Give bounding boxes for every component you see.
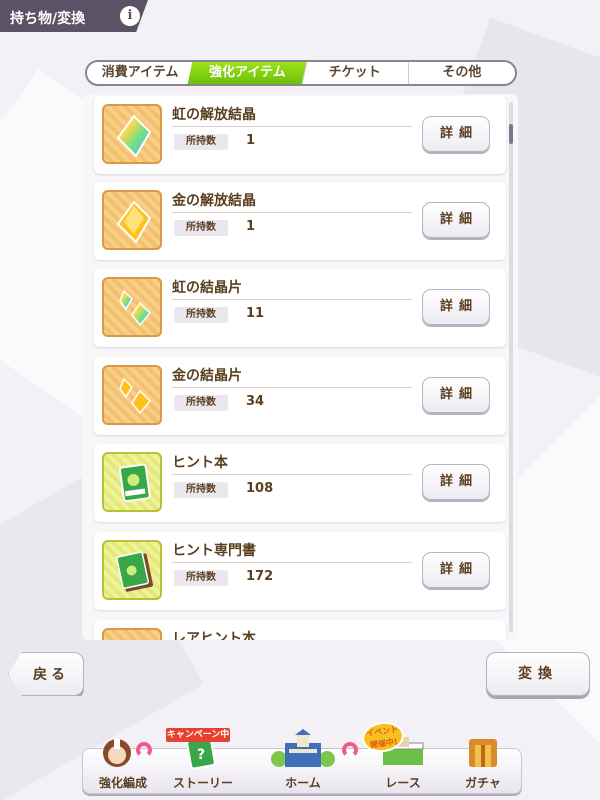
list-item: レアヒント本 詳細: [94, 620, 506, 640]
list-item: ヒント本 所持数 108 詳細: [94, 444, 506, 522]
item-name: 金の解放結晶: [172, 193, 256, 209]
item-name: 虹の結晶片: [172, 280, 242, 296]
gold-crystal-icon: [102, 190, 162, 250]
info-button[interactable]: i: [120, 6, 140, 26]
qty-label: 所持数: [174, 570, 228, 586]
qty-value: 34: [246, 394, 265, 409]
tab-tickets[interactable]: チケット: [302, 62, 409, 84]
qty-label: 所持数: [174, 134, 228, 150]
hint-expert-book-icon: [102, 540, 162, 600]
detail-button[interactable]: 詳細: [422, 116, 490, 152]
nav-label: レース: [385, 776, 421, 790]
qty-label: 所持数: [174, 307, 228, 323]
horseshoe-badge-icon: [342, 742, 358, 758]
rainbow-crystal-icon: [102, 104, 162, 164]
detail-button[interactable]: 詳細: [422, 552, 490, 588]
nav-label: ホーム: [285, 776, 321, 790]
nav-item-race[interactable]: レース: [363, 737, 443, 795]
nav-item-gacha[interactable]: ガチャ: [443, 739, 523, 795]
detail-button[interactable]: 詳細: [422, 289, 490, 325]
nav-item-story[interactable]: ? ストーリー: [163, 736, 243, 795]
list-item: 虹の結晶片 所持数 11 詳細: [94, 269, 506, 347]
qty-value: 1: [246, 219, 256, 234]
qty-label: 所持数: [174, 220, 228, 236]
campaign-badge: キャンペーン中: [166, 728, 230, 742]
qty-value: 108: [246, 481, 274, 496]
rare-hint-book-icon: [102, 628, 162, 640]
item-name: ヒント本: [172, 455, 228, 471]
nav-item-enhance-formation[interactable]: 強化編成: [83, 739, 163, 795]
detail-button[interactable]: 詳細: [422, 464, 490, 500]
convert-button[interactable]: 変換: [486, 652, 590, 696]
qty-label: 所持数: [174, 395, 228, 411]
gacha-gate-icon: [469, 739, 497, 767]
qty-value: 1: [246, 133, 256, 148]
list-item: 虹の解放結晶 所持数 1 詳細: [94, 96, 506, 174]
tab-consumables[interactable]: 消費アイテム: [87, 62, 195, 84]
item-name: ヒント専門書: [172, 543, 256, 559]
qty-value: 172: [246, 569, 274, 584]
rainbow-shard-icon: [102, 277, 162, 337]
category-tabs: 消費アイテム 強化アイテム チケット その他: [85, 60, 517, 86]
item-name: 金の結晶片: [172, 368, 242, 384]
list-item: 金の解放結晶 所持数 1 詳細: [94, 182, 506, 260]
tab-other[interactable]: その他: [409, 62, 515, 84]
nav-label: ストーリー: [172, 776, 233, 790]
nav-label: ガチャ: [465, 776, 501, 790]
scrollbar[interactable]: [509, 102, 513, 632]
list-item: 金の結晶片 所持数 34 詳細: [94, 357, 506, 435]
page-title: 持ち物/変換: [10, 11, 86, 27]
hint-book-icon: [102, 452, 162, 512]
detail-button[interactable]: 詳細: [422, 202, 490, 238]
list-item: ヒント専門書 所持数 172 詳細: [94, 532, 506, 610]
qty-label: 所持数: [174, 482, 228, 498]
item-list[interactable]: 虹の解放結晶 所持数 1 詳細 金の解放結晶 所持数 1 詳細 虹の結晶片 所持…: [82, 94, 518, 640]
gold-shard-icon: [102, 365, 162, 425]
tab-enhancement-items[interactable]: 強化アイテム: [187, 62, 308, 84]
qty-value: 11: [246, 306, 265, 321]
horseshoe-badge-icon: [136, 742, 152, 758]
scroll-thumb[interactable]: [509, 124, 513, 144]
nav-label: 強化編成: [98, 776, 147, 790]
svg-text:?: ?: [197, 747, 205, 763]
detail-button[interactable]: 詳細: [422, 377, 490, 413]
item-name: 虹の解放結晶: [172, 107, 256, 123]
back-button[interactable]: 戻る: [8, 652, 84, 696]
item-name: レアヒント本: [172, 631, 256, 640]
character-icon: [103, 739, 131, 767]
home-building-icon: [271, 729, 335, 767]
